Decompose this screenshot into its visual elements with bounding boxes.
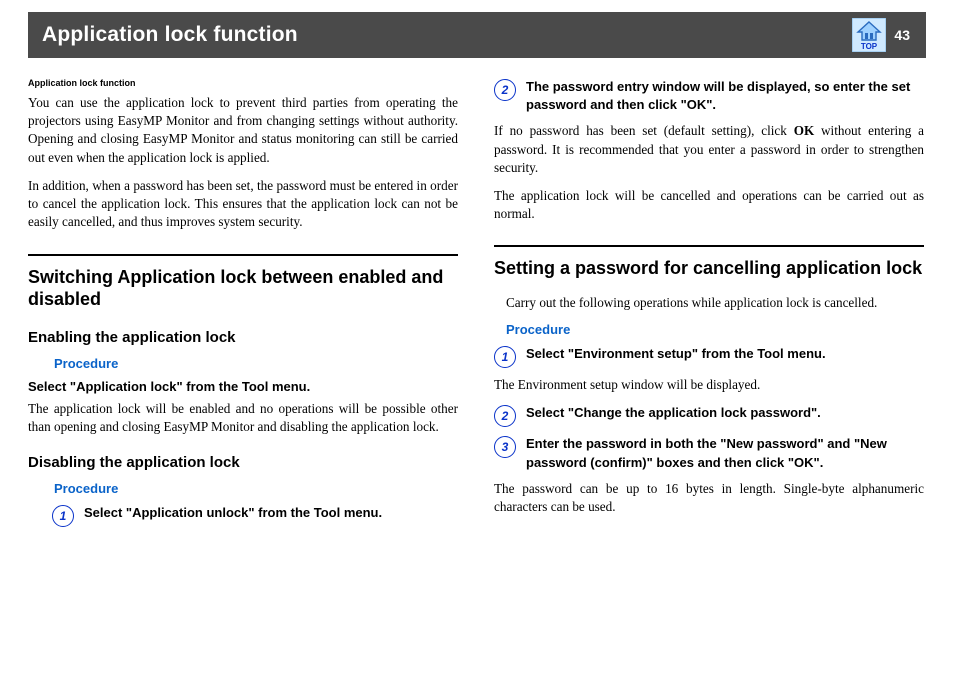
page-header: Application lock function TOP 43 — [28, 12, 926, 58]
step-number-icon: 1 — [52, 505, 74, 527]
step-text: Select "Change the application lock pass… — [526, 404, 821, 422]
step-number-icon: 2 — [494, 405, 516, 427]
enable-step-heading: Select "Application lock" from the Tool … — [28, 379, 458, 394]
disable-step-2: 2 The password entry window will be disp… — [494, 78, 924, 114]
note-no-password: If no password has been set (default set… — [494, 122, 924, 177]
section-set-password: Setting a password for cancelling applic… — [494, 257, 924, 280]
page-number: 43 — [894, 27, 910, 43]
note-cancelled: The application lock will be cancelled a… — [494, 187, 924, 223]
right-column: 2 The password entry window will be disp… — [494, 78, 924, 535]
step-text: Select "Environment setup" from the Tool… — [526, 345, 826, 363]
step-number-icon: 2 — [494, 79, 516, 101]
step3-note: The password can be up to 16 bytes in le… — [494, 480, 924, 516]
page-title: Application lock function — [42, 23, 298, 47]
step-text: The password entry window will be displa… — [526, 78, 924, 114]
step-text: Enter the password in both the "New pass… — [526, 435, 924, 471]
svg-text:TOP: TOP — [861, 42, 878, 51]
step-text: Select "Application unlock" from the Too… — [84, 504, 382, 522]
subsection-enable: Enabling the application lock — [28, 329, 458, 346]
set-password-intro: Carry out the following operations while… — [506, 294, 924, 312]
step1-note: The Environment setup window will be dis… — [494, 376, 924, 394]
section-rule — [28, 254, 458, 256]
procedure-label: Procedure — [54, 481, 458, 496]
setpw-step-2: 2 Select "Change the application lock pa… — [494, 404, 924, 427]
subsection-disable: Disabling the application lock — [28, 454, 458, 471]
left-column: Application lock function You can use th… — [28, 78, 458, 535]
procedure-label: Procedure — [506, 322, 924, 337]
step-number-icon: 1 — [494, 346, 516, 368]
setpw-step-3: 3 Enter the password in both the "New pa… — [494, 435, 924, 471]
breadcrumb: Application lock function — [28, 78, 458, 88]
top-icon[interactable]: TOP — [852, 18, 886, 52]
section-rule — [494, 245, 924, 247]
note-prefix: If no password has been set (default set… — [494, 123, 794, 138]
note-bold: OK — [794, 123, 815, 138]
intro-paragraph-2: In addition, when a password has been se… — [28, 177, 458, 232]
procedure-label: Procedure — [54, 356, 458, 371]
step-number-icon: 3 — [494, 436, 516, 458]
header-right: TOP 43 — [852, 18, 910, 52]
intro-paragraph-1: You can use the application lock to prev… — [28, 94, 458, 167]
section-switching: Switching Application lock between enabl… — [28, 266, 458, 311]
enable-text: The application lock will be enabled and… — [28, 400, 458, 436]
setpw-step-1: 1 Select "Environment setup" from the To… — [494, 345, 924, 368]
disable-step-1: 1 Select "Application unlock" from the T… — [52, 504, 458, 527]
